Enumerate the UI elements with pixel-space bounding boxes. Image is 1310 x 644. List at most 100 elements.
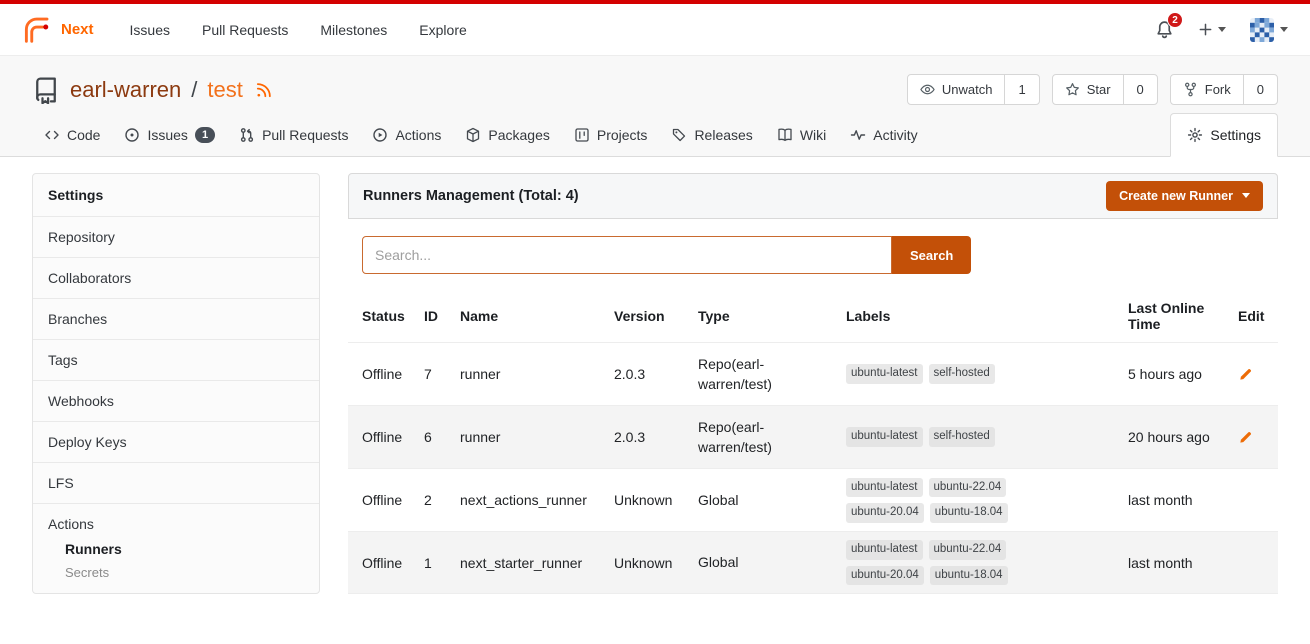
create-runner-button[interactable]: Create new Runner — [1106, 181, 1263, 211]
star-label: Star — [1087, 82, 1111, 97]
notifications-button[interactable]: 2 — [1155, 20, 1174, 39]
label-chip: ubuntu-18.04 — [930, 503, 1008, 523]
runner-last-online: 20 hours ago — [1128, 429, 1238, 445]
table-row: Offline 7 runner 2.0.3 Repo(earl-warren/… — [348, 342, 1278, 405]
fork-button[interactable]: Fork — [1171, 75, 1243, 104]
nav-item-explore[interactable]: Explore — [403, 12, 482, 48]
edit-pencil-icon[interactable] — [1238, 430, 1262, 445]
runner-version: Unknown — [614, 492, 698, 508]
col-edit: Edit — [1238, 308, 1262, 324]
rss-feed-icon[interactable] — [255, 81, 273, 99]
table-row: Offline 6 runner 2.0.3 Repo(earl-warren/… — [348, 405, 1278, 468]
runner-last-online: last month — [1128, 492, 1238, 508]
sidebar-item-actions[interactable]: Actions — [48, 516, 304, 532]
runner-last-online: 5 hours ago — [1128, 366, 1238, 382]
stars-count[interactable]: 0 — [1123, 75, 1157, 104]
col-name: Name — [460, 308, 614, 324]
play-circle-icon — [372, 127, 388, 143]
gear-icon — [1187, 127, 1203, 143]
sidebar-subitem-runners[interactable]: Runners — [65, 541, 304, 557]
sidebar-group-actions: Actions Runners Secrets — [33, 504, 319, 593]
unwatch-label: Unwatch — [942, 82, 993, 97]
nav-item-milestones[interactable]: Milestones — [304, 12, 403, 48]
tab-activity[interactable]: Activity — [838, 114, 929, 156]
panel-title: Runners Management (Total: 4) — [363, 188, 579, 204]
tab-pull-requests[interactable]: Pull Requests — [227, 114, 360, 156]
sidebar-item-deploy-keys[interactable]: Deploy Keys — [33, 422, 319, 463]
edit-pencil-icon[interactable] — [1238, 367, 1262, 382]
tab-settings[interactable]: Settings — [1170, 113, 1278, 157]
star-button[interactable]: Star — [1053, 75, 1123, 104]
forgejo-logo-icon[interactable] — [22, 15, 52, 45]
sidebar-item-collaborators[interactable]: Collaborators — [33, 258, 319, 299]
fork-button-group: Fork 0 — [1170, 74, 1278, 105]
repo-title-row: earl-warren / test — [32, 74, 1278, 105]
page: Next Issues Pull Requests Milestones Exp… — [0, 0, 1310, 594]
create-new-menu-button[interactable] — [1198, 22, 1226, 37]
tab-actions[interactable]: Actions — [360, 114, 453, 156]
sidebar-item-lfs[interactable]: LFS — [33, 463, 319, 504]
panel-header: Runners Management (Total: 4) Create new… — [348, 173, 1278, 219]
label-chip: ubuntu-18.04 — [930, 566, 1008, 586]
runner-name: runner — [460, 366, 614, 382]
brand-label[interactable]: Next — [61, 21, 94, 38]
label-chip: ubuntu-22.04 — [929, 478, 1007, 498]
forks-count[interactable]: 0 — [1243, 75, 1277, 104]
label-chip: ubuntu-latest — [846, 540, 923, 560]
runner-name: runner — [460, 429, 614, 445]
col-type: Type — [698, 308, 846, 324]
runner-id: 7 — [424, 366, 460, 382]
tab-releases[interactable]: Releases — [659, 114, 764, 156]
runner-version: Unknown — [614, 555, 698, 571]
runner-labels: ubuntu-latest self-hosted — [846, 364, 1046, 384]
tab-wiki[interactable]: Wiki — [765, 114, 838, 156]
sidebar-item-webhooks[interactable]: Webhooks — [33, 381, 319, 422]
col-labels: Labels — [846, 308, 1128, 324]
runner-labels: ubuntu-latest ubuntu-22.04 ubuntu-20.04 … — [846, 478, 1046, 523]
repo-owner-link[interactable]: earl-warren — [70, 77, 181, 103]
runner-name: next_starter_runner — [460, 555, 614, 571]
label-chip: ubuntu-20.04 — [846, 503, 924, 523]
tab-label: Wiki — [800, 127, 826, 143]
runners-panel: Runners Management (Total: 4) Create new… — [348, 173, 1278, 594]
search-button[interactable]: Search — [892, 236, 971, 274]
nav-item-pull-requests[interactable]: Pull Requests — [186, 12, 304, 48]
sidebar-item-branches[interactable]: Branches — [33, 299, 319, 340]
fork-icon — [1183, 82, 1198, 97]
issue-icon — [124, 127, 140, 143]
search-bar: Search — [348, 219, 1278, 290]
label-chip: self-hosted — [929, 364, 995, 384]
sidebar-actions-submenu: Runners Secrets — [48, 532, 304, 580]
runner-version: 2.0.3 — [614, 429, 698, 445]
repo-name-link[interactable]: test — [207, 77, 242, 103]
repo-action-buttons: Unwatch 1 Star 0 — [907, 74, 1278, 105]
sidebar-item-repository[interactable]: Repository — [33, 217, 319, 258]
tab-code[interactable]: Code — [32, 114, 112, 156]
col-status: Status — [362, 308, 424, 324]
col-last-online: Last Online Time — [1128, 300, 1238, 332]
watchers-count[interactable]: 1 — [1004, 75, 1038, 104]
navbar-left: Next Issues Pull Requests Milestones Exp… — [22, 12, 483, 48]
settings-sidebar: Settings Repository Collaborators Branch… — [32, 173, 320, 594]
runner-id: 1 — [424, 555, 460, 571]
chevron-down-icon — [1242, 193, 1250, 202]
runner-type: Repo(earl-warren/test) — [698, 417, 846, 458]
user-menu-button[interactable] — [1250, 18, 1288, 42]
tab-label: Issues — [147, 127, 187, 143]
col-id: ID — [424, 308, 460, 324]
notification-count-badge: 2 — [1167, 12, 1183, 28]
tab-issues[interactable]: Issues 1 — [112, 114, 227, 156]
nav-item-issues[interactable]: Issues — [114, 12, 186, 48]
tab-packages[interactable]: Packages — [453, 114, 561, 156]
sidebar-item-tags[interactable]: Tags — [33, 340, 319, 381]
unwatch-button[interactable]: Unwatch — [908, 75, 1005, 104]
runner-status: Offline — [362, 555, 424, 571]
chevron-down-icon — [1218, 27, 1226, 36]
col-version: Version — [614, 308, 698, 324]
search-input[interactable] — [362, 236, 892, 274]
book-icon — [777, 127, 793, 143]
user-avatar — [1250, 18, 1274, 42]
tab-projects[interactable]: Projects — [562, 114, 660, 156]
sidebar-subitem-secrets[interactable]: Secrets — [65, 565, 304, 580]
tab-label: Packages — [488, 127, 549, 143]
